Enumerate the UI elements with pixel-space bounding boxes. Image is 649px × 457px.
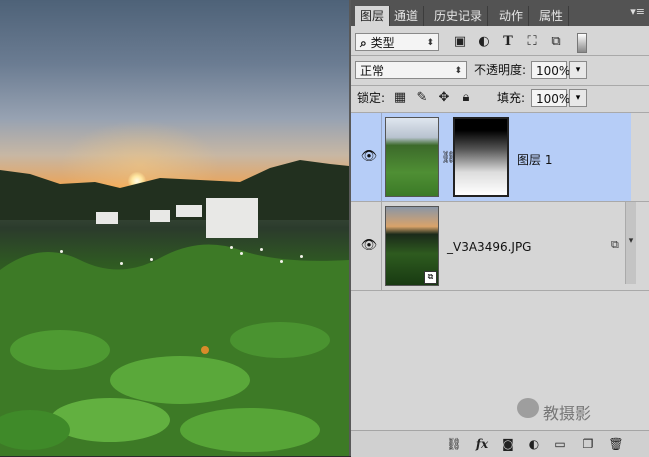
image-filter-icon[interactable]: ▣	[451, 33, 469, 51]
blend-mode-select[interactable]: 正常 ⬍	[355, 61, 467, 79]
tab-actions[interactable]: 动作	[494, 6, 530, 26]
link-layers-icon[interactable]: ⛓	[445, 435, 463, 453]
panel-menu-icon[interactable]: ▾≡	[630, 5, 645, 18]
shape-filter-icon[interactable]: ⛶	[523, 33, 541, 51]
fill-slider-button[interactable]: ▾	[569, 89, 587, 107]
village-house	[96, 212, 118, 224]
layer-name[interactable]: _V3A3496.JPG	[447, 240, 531, 254]
fx-layer-style-icon[interactable]: fx	[473, 435, 491, 453]
lock-image-pixels-icon[interactable]: ✎	[413, 89, 431, 107]
opacity-label: 不透明度:	[474, 63, 527, 77]
opacity-input[interactable]: 100%	[531, 61, 570, 79]
opacity-slider-button[interactable]: ▾	[569, 61, 587, 79]
blend-mode-value: 正常	[360, 64, 385, 78]
linked-layer-icon: ⧉	[611, 238, 619, 251]
layer-name[interactable]: 图层 1	[517, 151, 552, 168]
lock-transparent-pixels-icon[interactable]: ▦	[391, 89, 409, 107]
layer-thumbnail[interactable]: ⧉	[385, 206, 439, 286]
chevron-updown-icon: ⬍	[426, 38, 434, 48]
adjustment-layer-icon[interactable]: ◐	[525, 435, 543, 453]
layer-filter-row: ⌕ 类型 ⬍ ▣ ◐ T ⛶ ⧉	[351, 32, 649, 53]
chevron-updown-icon: ⬍	[454, 66, 462, 76]
lock-all-icon[interactable]: 🔒︎	[457, 89, 475, 107]
layer-mask-thumbnail[interactable]	[453, 117, 509, 197]
visibility-eye-icon[interactable]: 👁︎	[359, 238, 379, 253]
scroll-down-arrow-icon[interactable]: ▾	[625, 236, 637, 246]
tab-layers[interactable]: 图层	[355, 6, 391, 26]
lock-position-icon[interactable]: ✥	[435, 89, 453, 107]
mountain-silhouette	[0, 160, 349, 220]
lock-label: 锁定:	[357, 91, 386, 105]
adjustment-filter-icon[interactable]: ◐	[475, 33, 493, 51]
panel-tab-bar: 图层 通道 历史记录 动作 属性 ▾≡	[351, 0, 649, 26]
new-group-folder-icon[interactable]: ▭	[551, 435, 569, 453]
search-icon: ⌕	[360, 36, 367, 50]
filter-toggle-switch[interactable]	[577, 33, 587, 53]
layers-panel: 图层 通道 历史记录 动作 属性 ▾≡ ⌕ 类型 ⬍ ▣ ◐ T ⛶ ⧉ 正常 …	[351, 0, 649, 457]
add-mask-icon[interactable]: ◙	[499, 435, 517, 453]
lock-fill-row: 锁定: ▦ ✎ ✥ 🔒︎ 填充: 100% ▾	[351, 89, 649, 109]
tab-history[interactable]: 历史记录	[429, 6, 489, 26]
type-filter-icon[interactable]: T	[499, 33, 517, 51]
fill-input[interactable]: 100%	[531, 89, 570, 107]
tab-channels[interactable]: 通道	[389, 6, 425, 26]
watermark-text: 教摄影	[543, 404, 592, 423]
layer-row[interactable]: 👁︎ ⛓ 图层 1	[351, 113, 631, 201]
new-layer-icon[interactable]: ❐	[579, 435, 597, 453]
smart-object-badge-icon: ⧉	[424, 271, 437, 284]
layer-thumbnail[interactable]	[385, 117, 439, 197]
foreground-plants	[0, 244, 349, 456]
tab-properties[interactable]: 属性	[534, 6, 570, 26]
filter-kind-label: 类型	[370, 36, 395, 50]
delete-layer-trash-icon[interactable]: 🗑︎	[607, 435, 625, 453]
watermark: 教摄影	[517, 398, 592, 424]
smart-object-filter-icon[interactable]: ⧉	[547, 33, 565, 51]
layers-bottom-toolbar: ⛓ fx ◙ ◐ ▭ ❐ 🗑︎	[351, 430, 649, 457]
document-canvas[interactable]	[0, 0, 349, 456]
blend-opacity-row: 正常 ⬍ 不透明度: 100% ▾	[351, 61, 649, 81]
visibility-eye-icon[interactable]: 👁︎	[359, 149, 379, 164]
layer-row[interactable]: 👁︎ ⧉ _V3A3496.JPG ⧉	[351, 202, 631, 290]
filter-kind-select[interactable]: ⌕ 类型 ⬍	[355, 33, 439, 51]
fill-label: 填充:	[497, 91, 526, 105]
village-house	[150, 210, 170, 222]
wechat-logo-icon	[517, 398, 539, 418]
village-house	[176, 205, 202, 217]
